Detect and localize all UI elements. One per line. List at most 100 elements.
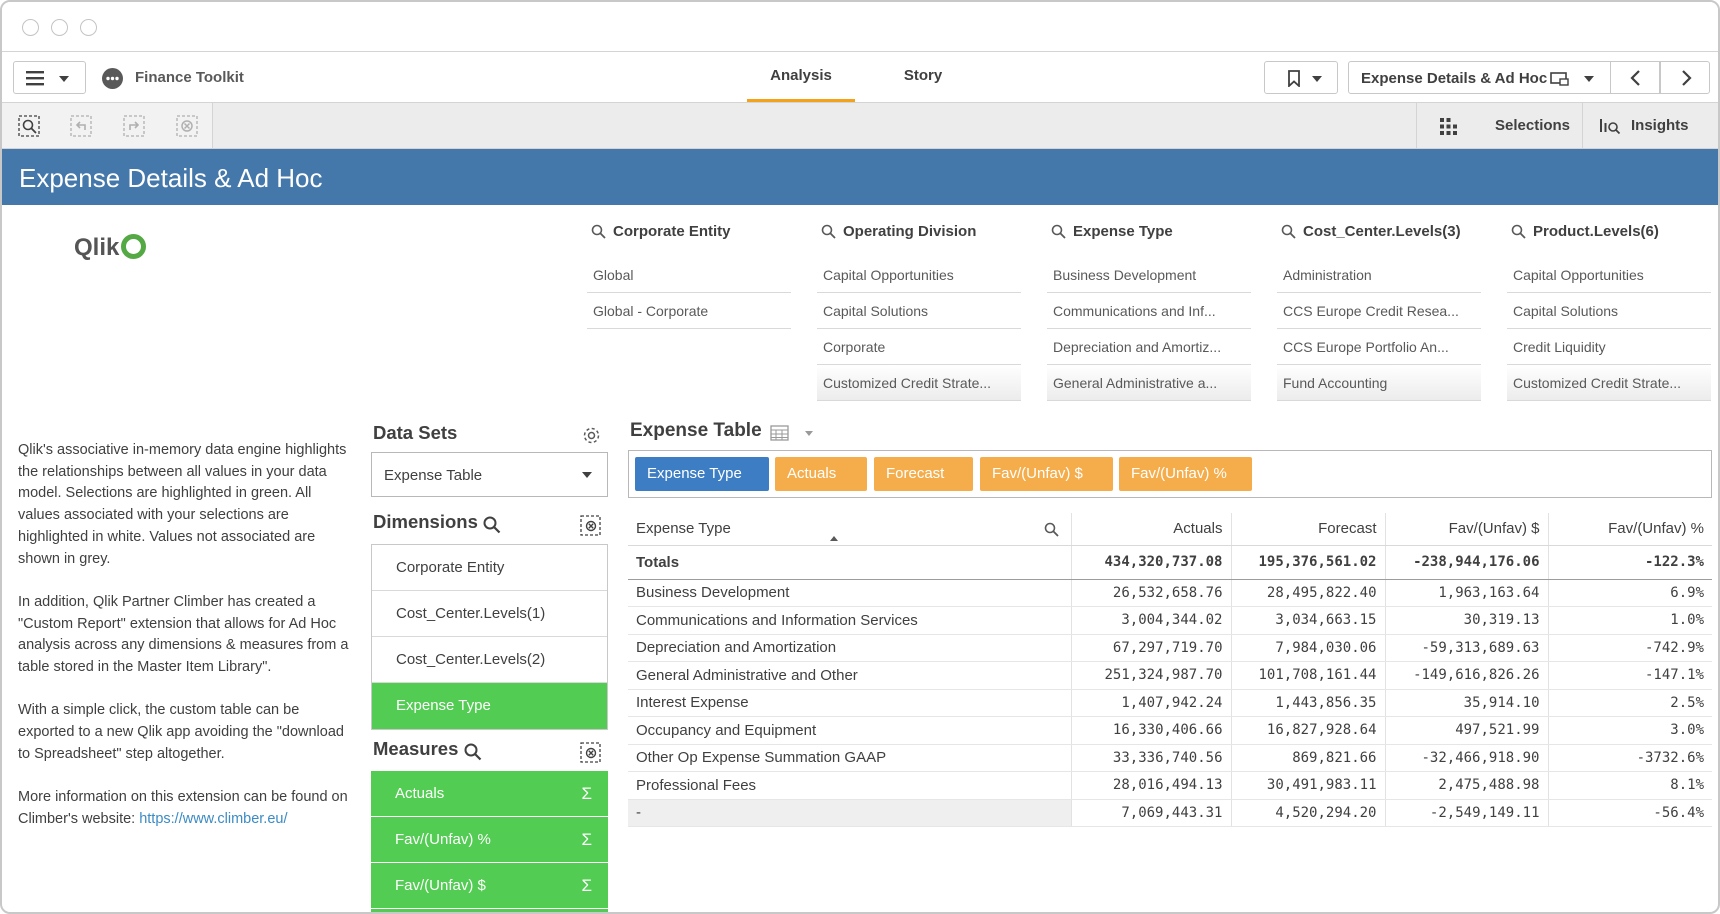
table-row[interactable]: Professional Fees 28,016,494.13 30,491,983… [628, 771, 1712, 800]
table-cell: -149,616,826.26 [1385, 661, 1549, 690]
table-row[interactable]: Other Op Expense Summation GAAP 33,336,74… [628, 744, 1712, 772]
filter-expense-type[interactable]: Expense Type Business Development Commun… [1047, 216, 1251, 401]
table-cell[interactable]: - [628, 799, 1072, 827]
column-header-fav-unfav-percent[interactable]: Fav/(Unfav) % [1548, 513, 1712, 546]
tab-analysis[interactable]: Analysis [747, 52, 855, 102]
next-sheet-button[interactable] [1660, 61, 1710, 94]
table-row[interactable]: General Administrative and Other 251,324,… [628, 661, 1712, 690]
filter-corporate-entity[interactable]: Corporate Entity Global Global - Corpora… [587, 216, 791, 329]
list-item[interactable]: Customized Credit Strate... [817, 365, 1021, 401]
list-item[interactable]: CCS Europe Portfolio An... [1277, 329, 1481, 365]
filter-header[interactable]: Cost_Center.Levels(3) [1277, 216, 1481, 246]
list-item[interactable]: Communications and Inf... [1047, 293, 1251, 329]
search-icon [1511, 224, 1526, 239]
table-cell[interactable]: Communications and Information Services [628, 606, 1072, 635]
search-icon[interactable] [483, 516, 501, 534]
insights-button[interactable]: Insights [1582, 103, 1718, 148]
table-cell[interactable]: Professional Fees [628, 771, 1072, 800]
column-header-fav-unfav-dollar[interactable]: Fav/(Unfav) $ [1385, 513, 1549, 546]
table-icon[interactable] [770, 425, 789, 441]
list-item[interactable]: Capital Opportunities [1507, 257, 1711, 293]
clear-selections-icon[interactable] [176, 115, 198, 137]
list-item[interactable]: Fund Accounting [1277, 365, 1481, 401]
window-minimize-button[interactable] [51, 19, 68, 36]
tab-story[interactable]: Story [872, 52, 974, 102]
smart-search-icon[interactable] [18, 115, 40, 137]
selection-tools [2, 103, 213, 148]
list-item[interactable]: Administration [1277, 257, 1481, 293]
dimension-item[interactable]: Cost_Center.Levels(1) [372, 591, 607, 637]
chip-actuals[interactable]: Actuals [775, 457, 867, 491]
table-row[interactable]: Depreciation and Amortization 67,297,719.… [628, 634, 1712, 662]
column-header-actuals[interactable]: Actuals [1071, 513, 1232, 546]
logo-mark-icon [121, 234, 147, 259]
filter-product-levels-6[interactable]: Product.Levels(6) Capital Opportunities … [1507, 216, 1711, 401]
selections-button[interactable]: Selections [1416, 103, 1582, 148]
measure-item[interactable]: Fav/(Unfav) % Σ [371, 817, 608, 863]
dimensions-title: Dimensions [373, 511, 478, 533]
measure-item[interactable] [371, 909, 608, 912]
list-item[interactable]: Business Development [1047, 257, 1251, 293]
list-item[interactable]: General Administrative a... [1047, 365, 1251, 401]
table-cell[interactable]: General Administrative and Other [628, 661, 1072, 690]
list-item[interactable]: Capital Solutions [817, 293, 1021, 329]
list-item[interactable]: CCS Europe Credit Resea... [1277, 293, 1481, 329]
table-cell: -147.1% [1548, 661, 1712, 690]
dimension-item[interactable]: Corporate Entity [372, 545, 607, 591]
table-cell: 16,330,406.66 [1071, 716, 1232, 745]
list-item[interactable]: Credit Liquidity [1507, 329, 1711, 365]
table-row[interactable]: Occupancy and Equipment 16,330,406.66 16,8… [628, 716, 1712, 745]
chip-forecast[interactable]: Forecast [874, 457, 973, 491]
filter-header[interactable]: Product.Levels(6) [1507, 216, 1711, 246]
list-item[interactable]: Depreciation and Amortiz... [1047, 329, 1251, 365]
clear-selection-icon[interactable] [580, 515, 601, 536]
filter-header[interactable]: Expense Type [1047, 216, 1251, 246]
measure-item[interactable]: Actuals Σ [371, 771, 608, 817]
table-row[interactable]: Interest Expense 1,407,942.24 1,443,856.35… [628, 689, 1712, 717]
clear-selection-icon[interactable] [580, 742, 601, 763]
climber-website-link[interactable]: https://www.climber.eu/ [139, 811, 287, 827]
bookmarks-button[interactable] [1264, 61, 1338, 94]
list-item[interactable]: Capital Solutions [1507, 293, 1711, 329]
insights-icon [1600, 119, 1621, 135]
search-icon[interactable] [1044, 522, 1059, 537]
table-cell[interactable]: Occupancy and Equipment [628, 716, 1072, 745]
list-item[interactable]: Global - Corporate [587, 293, 791, 329]
table-row[interactable]: Communications and Information Services 3… [628, 606, 1712, 635]
list-item[interactable]: Corporate [817, 329, 1021, 365]
table-cell: 4,520,294.20 [1231, 799, 1386, 827]
global-menu-button[interactable] [13, 61, 86, 94]
list-item[interactable]: Global [587, 257, 791, 293]
chip-fav-unfav-dollar[interactable]: Fav/(Unfav) $ [980, 457, 1113, 491]
table-row[interactable]: -7,069,443.31 4,520,294.20 -2,549,149.11 -5… [628, 799, 1712, 827]
table-cell[interactable]: Business Development [628, 579, 1072, 607]
measure-item[interactable]: Fav/(Unfav) $ Σ [371, 863, 608, 909]
chip-expense-type[interactable]: Expense Type [635, 457, 769, 491]
column-header-forecast[interactable]: Forecast [1231, 513, 1386, 546]
sheet-selector[interactable]: Expense Details & Ad Hoc [1348, 61, 1614, 94]
list-item[interactable]: Customized Credit Strate... [1507, 365, 1711, 401]
window-close-button[interactable] [22, 19, 39, 36]
previous-sheet-button[interactable] [1610, 61, 1660, 94]
gear-icon[interactable] [581, 425, 602, 446]
list-item[interactable]: Capital Opportunities [817, 257, 1021, 293]
window-maximize-button[interactable] [80, 19, 97, 36]
dataset-dropdown[interactable]: Expense Table [371, 452, 608, 497]
column-header-expense-type[interactable]: Expense Type [628, 513, 1072, 546]
table-row[interactable]: Business Development 26,532,658.76 28,495,… [628, 579, 1712, 607]
table-cell: 2,475,488.98 [1385, 771, 1549, 800]
table-cell[interactable]: Interest Expense [628, 689, 1072, 717]
filter-header[interactable]: Operating Division [817, 216, 1021, 246]
filter-cost-center-levels-3[interactable]: Cost_Center.Levels(3) Administration CCS… [1277, 216, 1481, 401]
chevron-down-icon[interactable] [804, 430, 814, 437]
dimension-item[interactable]: Cost_Center.Levels(2) [372, 637, 607, 683]
dimension-item-selected[interactable]: Expense Type [372, 683, 607, 729]
table-cell[interactable]: Other Op Expense Summation GAAP [628, 744, 1072, 772]
step-back-icon[interactable] [70, 115, 92, 137]
filter-header[interactable]: Corporate Entity [587, 216, 791, 246]
step-forward-icon[interactable] [123, 115, 145, 137]
table-cell[interactable]: Depreciation and Amortization [628, 634, 1072, 662]
filter-operating-division[interactable]: Operating Division Capital Opportunities… [817, 216, 1021, 401]
search-icon[interactable] [464, 743, 482, 761]
chip-fav-unfav-percent[interactable]: Fav/(Unfav) % [1119, 457, 1252, 491]
